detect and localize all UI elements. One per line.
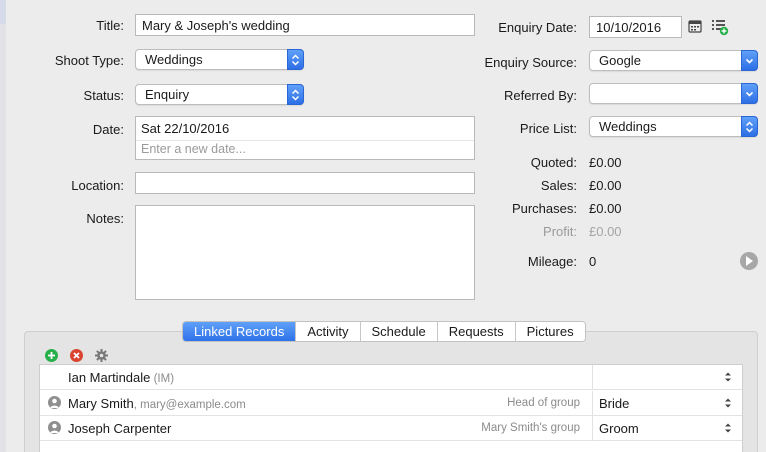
chevron-down-icon [741,50,758,71]
referred-by-label: Referred By: [504,88,577,103]
tab-schedule[interactable]: Schedule [360,322,438,341]
record-group: Mary Smith's group [481,422,580,434]
remove-icon[interactable] [70,349,83,362]
tab-linked-records[interactable]: Linked Records [183,322,297,341]
record-name: Mary Smith, mary@example.com [68,396,246,411]
record-name: Joseph Carpenter [68,421,172,436]
profit-value: £0.00 [589,224,622,239]
title-field[interactable]: Mary & Joseph's wedding [135,14,475,36]
notes-label: Notes: [86,211,124,226]
title-label: Title: [96,18,124,33]
tab-pictures[interactable]: Pictures [515,322,585,341]
notes-textarea[interactable] [135,205,475,300]
sales-label: Sales: [540,178,577,193]
linked-records-table: Ian Martindale (IM) Mary Smith, mary@exa… [39,364,743,452]
mileage-value: 0 [589,254,597,269]
price-list-popup[interactable]: Weddings [589,116,758,137]
record-role[interactable]: Bride [599,396,629,411]
record-role[interactable]: Groom [599,421,639,436]
table-row[interactable]: Ian Martindale (IM) [40,365,742,390]
purchases-value: £0.00 [589,201,622,216]
enquiry-source-value: Google [599,53,641,68]
location-label: Location: [71,178,124,193]
date-label: Date: [92,122,124,137]
person-icon [48,396,61,409]
purchases-label: Purchases: [511,201,577,216]
updown-chevron-icon[interactable] [724,397,732,412]
shoot-type-value: Weddings [145,52,203,67]
date-list[interactable]: Sat 22/10/2016 Enter a new date... [135,116,475,160]
tab-requests[interactable]: Requests [437,322,516,341]
enquiry-date-field[interactable]: 10/10/2016 [589,16,682,38]
updown-chevron-icon [287,84,304,105]
tab-bar: Linked Records Activity Schedule Request… [182,321,586,342]
status-label: Status: [83,88,124,103]
profit-label: Profit: [543,224,577,239]
status-popup[interactable]: Enquiry [135,84,304,105]
list-add-icon[interactable] [711,18,729,39]
tab-activity[interactable]: Activity [296,322,361,341]
table-row[interactable]: Mary Smith, mary@example.com Head of gro… [40,391,742,416]
enquiry-date-label: Enquiry Date: [498,20,577,35]
quoted-value: £0.00 [589,155,622,170]
add-icon[interactable] [45,349,58,362]
calendar-icon[interactable] [688,19,702,36]
enquiry-source-label: Enquiry Source: [484,55,578,70]
person-icon [48,421,61,434]
location-field[interactable] [135,172,475,194]
updown-chevron-icon [741,116,758,137]
updown-chevron-icon[interactable] [724,371,732,386]
updown-chevron-icon [287,49,304,70]
mileage-label: Mileage: [527,254,577,269]
chevron-down-icon [741,83,758,104]
new-date-placeholder[interactable]: Enter a new date... [141,142,246,156]
table-row[interactable]: Joseph Carpenter Mary Smith's group Groo… [40,416,742,441]
gear-icon[interactable] [95,349,108,362]
status-value: Enquiry [145,87,190,102]
quoted-label: Quoted: [530,155,577,170]
price-list-label: Price List: [519,121,577,136]
shoot-type-label: Shoot Type: [54,53,124,68]
record-name: Ian Martindale (IM) [68,370,175,385]
play-icon[interactable] [740,252,758,270]
referred-by-popup[interactable] [589,83,758,104]
record-group: Head of group [507,397,580,409]
date-value[interactable]: Sat 22/10/2016 [141,121,229,136]
shoot-type-popup[interactable]: Weddings [135,49,304,70]
sales-value: £0.00 [589,178,622,193]
updown-chevron-icon[interactable] [724,422,732,437]
price-list-value: Weddings [599,119,657,134]
enquiry-source-popup[interactable]: Google [589,50,758,71]
